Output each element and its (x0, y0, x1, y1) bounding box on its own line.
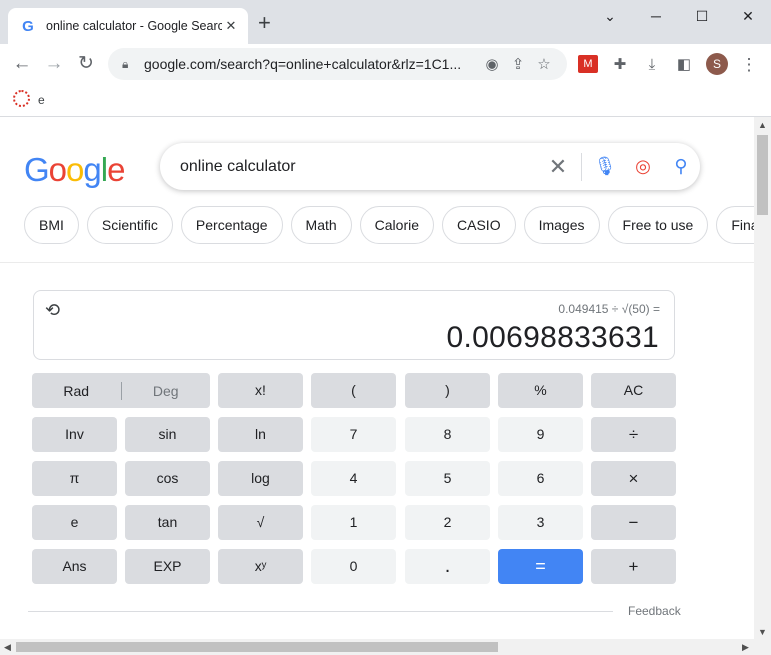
search-divider (581, 152, 582, 181)
vertical-scroll-thumb[interactable] (757, 135, 768, 215)
chip-math[interactable]: Math (290, 206, 352, 244)
scroll-up-arrow-icon[interactable]: ▲ (758, 120, 767, 130)
forward-icon[interactable]: → (43, 53, 65, 75)
back-icon[interactable]: ← (11, 53, 33, 75)
chip-bmi[interactable]: BMI (24, 206, 79, 244)
digit-4-key[interactable]: 4 (311, 461, 396, 496)
rad-deg-toggle[interactable]: Rad Deg (32, 373, 210, 408)
left-paren-key[interactable]: ( (311, 373, 396, 408)
extensions-puzzle-icon[interactable]: ✚ (609, 54, 631, 76)
chip-calorie[interactable]: Calorie (359, 206, 435, 244)
chip-images[interactable]: Images (523, 206, 600, 244)
scroll-left-arrow-icon[interactable]: ◀ (4, 642, 11, 653)
url-text[interactable]: google.com/search?q=online+calculator&rl… (144, 56, 479, 72)
ln-key[interactable]: ln (218, 417, 303, 452)
history-icon[interactable]: ⟲ (45, 300, 60, 321)
sin-key[interactable]: sin (125, 417, 210, 452)
microphone-icon[interactable]: 🎙︎ (586, 156, 624, 177)
search-input[interactable]: online calculator (180, 158, 539, 176)
clear-icon[interactable]: ✕ (539, 154, 577, 180)
chip-scientific[interactable]: Scientific (86, 206, 173, 244)
location-icon[interactable]: ◉ (479, 55, 505, 73)
equals-key[interactable]: = (498, 549, 583, 584)
digit-0-key[interactable]: 0 (311, 549, 396, 584)
chip-casio[interactable]: CASIO (442, 206, 516, 244)
filter-chips: BMI Scientific Percentage Math Calorie C… (24, 206, 754, 246)
digit-1-key[interactable]: 1 (311, 505, 396, 540)
chip-free-to-use[interactable]: Free to use (607, 206, 709, 244)
bookmarks-bar (0, 86, 771, 117)
divide-key[interactable]: ÷ (591, 417, 676, 452)
pi-key[interactable]: π (32, 461, 117, 496)
deg-option[interactable]: Deg (122, 383, 211, 399)
scroll-down-arrow-icon[interactable]: ▼ (758, 627, 767, 637)
decimal-key[interactable]: . (405, 549, 490, 584)
extension-m-icon[interactable]: M (578, 55, 598, 73)
lens-camera-icon[interactable]: ◎ (624, 156, 662, 177)
digit-3-key[interactable]: 3 (498, 505, 583, 540)
bookmark-star-icon[interactable]: ☆ (531, 55, 557, 73)
header-divider (0, 262, 754, 263)
scroll-right-arrow-icon[interactable]: ▶ (742, 642, 749, 653)
feedback-link[interactable]: Feedback (628, 604, 681, 618)
cos-key[interactable]: cos (125, 461, 210, 496)
subtract-key[interactable]: − (591, 505, 676, 540)
horizontal-scroll-thumb[interactable] (16, 642, 498, 652)
address-bar[interactable]: 🔒︎ google.com/search?q=online+calculator… (108, 48, 567, 80)
google-logo[interactable]: Google (24, 151, 125, 189)
reload-icon[interactable]: ↻ (75, 53, 97, 75)
tab-search-icon[interactable]: ⌄ (595, 6, 625, 26)
percent-key[interactable]: % (498, 373, 583, 408)
add-key[interactable]: + (591, 549, 676, 584)
browser-tab[interactable]: G online calculator - Google Search ✕ (8, 8, 248, 44)
inverse-key[interactable]: Inv (32, 417, 117, 452)
lock-icon: 🔒︎ (122, 56, 129, 71)
digit-2-key[interactable]: 2 (405, 505, 490, 540)
right-paren-key[interactable]: ) (405, 373, 490, 408)
all-clear-key[interactable]: AC (591, 373, 676, 408)
answer-key[interactable]: Ans (32, 549, 117, 584)
close-window-button[interactable]: ✕ (733, 6, 763, 26)
calculator-result: 0.00698833631 (446, 321, 659, 354)
logo-letter: G (24, 151, 50, 188)
digit-9-key[interactable]: 9 (498, 417, 583, 452)
logo-letter: e (107, 151, 125, 188)
power-key[interactable]: xʸ (218, 549, 303, 584)
digit-6-key[interactable]: 6 (498, 461, 583, 496)
exponent-key[interactable]: EXP (125, 549, 210, 584)
logo-letter: o (66, 151, 84, 188)
new-tab-button[interactable]: + (258, 12, 271, 34)
download-icon[interactable]: ⤓ (641, 54, 663, 76)
log-key[interactable]: log (218, 461, 303, 496)
share-icon[interactable]: ⇪ (505, 55, 531, 73)
digit-8-key[interactable]: 8 (405, 417, 490, 452)
logo-letter: o (48, 151, 67, 188)
google-favicon-icon: G (22, 17, 34, 35)
bookmark-favicon-icon[interactable] (13, 90, 30, 107)
tan-key[interactable]: tan (125, 505, 210, 540)
multiply-key[interactable]: × (591, 461, 676, 496)
calculator-expression: 0.049415 ÷ √(50) = (558, 302, 660, 316)
profile-avatar[interactable]: S (706, 53, 728, 75)
maximize-button[interactable]: ☐ (687, 6, 717, 26)
logo-letter: g (83, 151, 101, 188)
euler-key[interactable]: e (32, 505, 117, 540)
rad-option[interactable]: Rad (32, 383, 121, 399)
minimize-button[interactable]: ─ (641, 6, 671, 26)
factorial-key[interactable]: x! (218, 373, 303, 408)
search-box[interactable]: online calculator ✕ 🎙︎ ◎ ⚲ (160, 143, 700, 190)
chip-percentage[interactable]: Percentage (180, 206, 283, 244)
digit-7-key[interactable]: 7 (311, 417, 396, 452)
calculator-footer-divider (28, 611, 613, 612)
search-icon[interactable]: ⚲ (662, 156, 700, 177)
chip-finance[interactable]: Finance (716, 206, 754, 244)
side-panel-icon[interactable]: ◧ (673, 54, 695, 76)
tab-title: online calculator - Google Search (46, 19, 222, 33)
digit-5-key[interactable]: 5 (405, 461, 490, 496)
menu-kebab-icon[interactable]: ⋮ (738, 54, 760, 76)
bookmark-item-label[interactable]: e (38, 93, 45, 107)
sqrt-key[interactable]: √ (218, 505, 303, 540)
tab-close-icon[interactable]: ✕ (222, 18, 240, 34)
